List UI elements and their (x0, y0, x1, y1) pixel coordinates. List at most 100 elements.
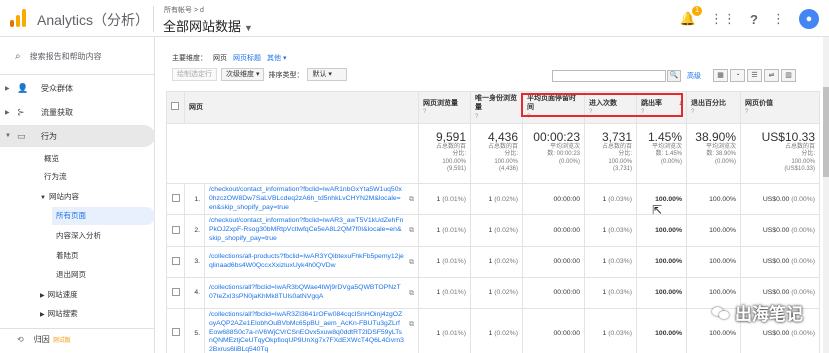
table-view-icon[interactable]: ▦ (713, 69, 728, 82)
column-header-avg-time[interactable]: 平均页面停留时间? (522, 91, 585, 124)
column-header-exit-pct[interactable]: 退出百分比? (686, 91, 741, 124)
row-checkbox-cell[interactable] (166, 276, 185, 309)
performance-view-icon[interactable]: ☰ (747, 69, 762, 82)
cell-pct: (0.01%) (442, 289, 466, 297)
select-all-checkbox[interactable] (166, 91, 185, 124)
cell-value: US$0.00 (762, 329, 790, 337)
row-checkbox-cell[interactable] (166, 307, 185, 353)
checkbox[interactable] (171, 101, 179, 110)
row-checkbox-cell[interactable] (166, 182, 185, 216)
sidebar-item-behavior[interactable]: ▼ ▭ 行为 (0, 125, 155, 147)
open-link-icon[interactable]: ⧉ (409, 259, 414, 267)
column-header-page-value[interactable]: 网页价值? (740, 91, 820, 124)
sidebar-item-attribution[interactable]: ⟲ 归因 测试版 (17, 331, 71, 349)
sidebar-item-landing-pages[interactable]: 着陆页 (56, 247, 79, 265)
help-icon[interactable]: ? (589, 108, 632, 116)
total-entrances: 3,731 占总数的百 分比: 100.00% (3,731) (584, 122, 637, 184)
sidebar-item-label: 网站搜索 (47, 309, 78, 318)
search-icon[interactable]: 🔍 (667, 70, 681, 82)
sidebar-item-site-content[interactable]: ▼ 网站内容 (40, 188, 79, 206)
notifications-bell-icon[interactable]: 🔔 1 (680, 6, 703, 27)
total-sub: 分比: (504, 151, 518, 158)
avatar[interactable]: ● (799, 9, 819, 29)
help-icon[interactable]: ? (691, 108, 736, 116)
checkbox[interactable] (171, 287, 180, 296)
open-link-icon[interactable]: ⧉ (409, 227, 414, 235)
mouse-cursor-icon: ⇱ (652, 203, 663, 217)
checkbox[interactable] (171, 225, 180, 234)
advanced-filter-link[interactable]: 高级 (687, 71, 701, 81)
comparison-view-icon[interactable]: ⇌ (764, 69, 779, 82)
help-icon[interactable]: ? (527, 113, 580, 121)
row-index: 3. (184, 245, 205, 278)
sidebar-item-site-speed[interactable]: ▶ 网站速度 (40, 286, 78, 304)
page-link[interactable]: /checkout/contact_information?fbclid=IwA… (209, 186, 404, 212)
table-search-input[interactable] (552, 70, 666, 82)
column-header-bounce-rate[interactable]: 跳出率 ↓? (636, 91, 687, 124)
sort-type-value: 默认 (312, 71, 327, 78)
cell-pct: (0.03%) (608, 329, 632, 337)
checkbox[interactable] (171, 194, 180, 203)
column-header-pageviews[interactable]: 网页浏览量? (418, 91, 471, 124)
analytics-logo-icon[interactable] (10, 9, 26, 27)
sort-type-dropdown[interactable]: 默认 ▾ (307, 68, 348, 81)
checkbox[interactable] (171, 328, 180, 336)
checkbox[interactable] (171, 256, 180, 265)
header-divider (153, 6, 154, 32)
expand-arrow-icon: ▶ (5, 109, 10, 116)
watermark-text: 出海笔记 (735, 305, 803, 324)
page-link[interactable]: /collections/all-products?fbclid=IwAR3YQ… (209, 253, 404, 271)
column-header-unique-pageviews[interactable]: 唯一身份浏览量? (470, 91, 523, 124)
more-vert-icon[interactable]: ⋮ (772, 11, 785, 27)
unique-pageviews-cell: 1 (0.02%) (470, 214, 523, 247)
percentage-view-icon[interactable]: ◔ (730, 69, 745, 82)
page-scrollbar[interactable] (823, 37, 829, 353)
sidebar-item-all-pages[interactable]: 所有页面 (52, 207, 155, 225)
help-icon[interactable]: ? (641, 108, 682, 116)
page-cell: /checkout/contact_information?fbclid=IwA… (204, 182, 419, 216)
help-icon[interactable]: ? (745, 108, 815, 116)
row-checkbox-cell[interactable] (166, 214, 185, 247)
apps-grid-icon[interactable]: ⋮⋮ (710, 11, 736, 27)
open-link-icon[interactable]: ⧉ (409, 196, 414, 204)
entrances-cell: 1 (0.03%) (584, 276, 637, 309)
sidebar-item-audience[interactable]: ▶ 👤 受众群体 (0, 77, 155, 99)
page-link[interactable]: /collections/all?fbclid=IwAR3bQWae4tWj9r… (209, 284, 404, 302)
sidebar-item-site-search[interactable]: ▶ 网站搜索 (40, 305, 78, 323)
column-header-page[interactable]: 网页 (184, 91, 419, 124)
open-link-icon[interactable]: ⧉ (409, 290, 414, 298)
dimension-other[interactable]: 其他 ▾ (267, 53, 286, 63)
breadcrumb[interactable]: 所有帐号 > d (164, 5, 204, 15)
help-icon[interactable]: ? (750, 12, 758, 27)
view-selector[interactable]: 全部网站数据 ▼ (163, 16, 253, 35)
sidebar-item-overview[interactable]: 概览 (44, 150, 59, 168)
wechat-icon (712, 306, 730, 320)
dimension-label: 主要维度： (172, 55, 207, 62)
column-header-entrances[interactable]: 进入次数? (584, 91, 637, 124)
expand-arrow-icon: ▶ (40, 293, 45, 299)
total-sub: 100.00% (791, 158, 815, 165)
dimension-page[interactable]: 网页 (213, 53, 227, 63)
help-icon[interactable]: ? (475, 113, 518, 121)
row-checkbox-cell[interactable] (166, 245, 185, 278)
help-icon[interactable]: ? (423, 108, 466, 116)
scrollbar-thumb[interactable] (823, 87, 829, 177)
sidebar-item-content-drilldown[interactable]: 内容深入分析 (56, 227, 101, 245)
person-icon: 👤 (17, 82, 29, 93)
open-link-icon[interactable]: ⧉ (409, 321, 414, 329)
page-link[interactable]: /checkout/contact_information?fbclid=IwA… (209, 217, 404, 243)
dimension-page-title[interactable]: 网页标题 (233, 53, 261, 63)
pivot-view-icon[interactable]: ▥ (781, 69, 796, 82)
plot-rows-button[interactable]: 绘制选定行 (172, 68, 217, 81)
entrances-cell: 1 (0.03%) (584, 182, 637, 216)
sidebar-item-acquisition[interactable]: ▶ ⊱ 流量获取 (0, 101, 155, 123)
sidebar-search[interactable]: ⌕ 搜索报告和帮助内容 (15, 51, 102, 62)
sidebar-item-behavior-flow[interactable]: 行为流 (44, 168, 67, 186)
total-bounce-rate: 1.45% 平均浏览次 数: 1.45% (0.00%) (636, 122, 687, 184)
sidebar-item-exit-pages[interactable]: 退出网页 (56, 266, 86, 284)
cell-pct: (0.01%) (442, 195, 466, 203)
page-link[interactable]: /collections/all?fbclid=IwAR3ZI3641rOFw0… (209, 311, 404, 353)
total-value: 1.45% (647, 129, 682, 144)
secondary-dimension-dropdown[interactable]: 次级维度 ▾ (221, 68, 265, 81)
avg-time-cell: 00:00:00 (522, 307, 585, 353)
